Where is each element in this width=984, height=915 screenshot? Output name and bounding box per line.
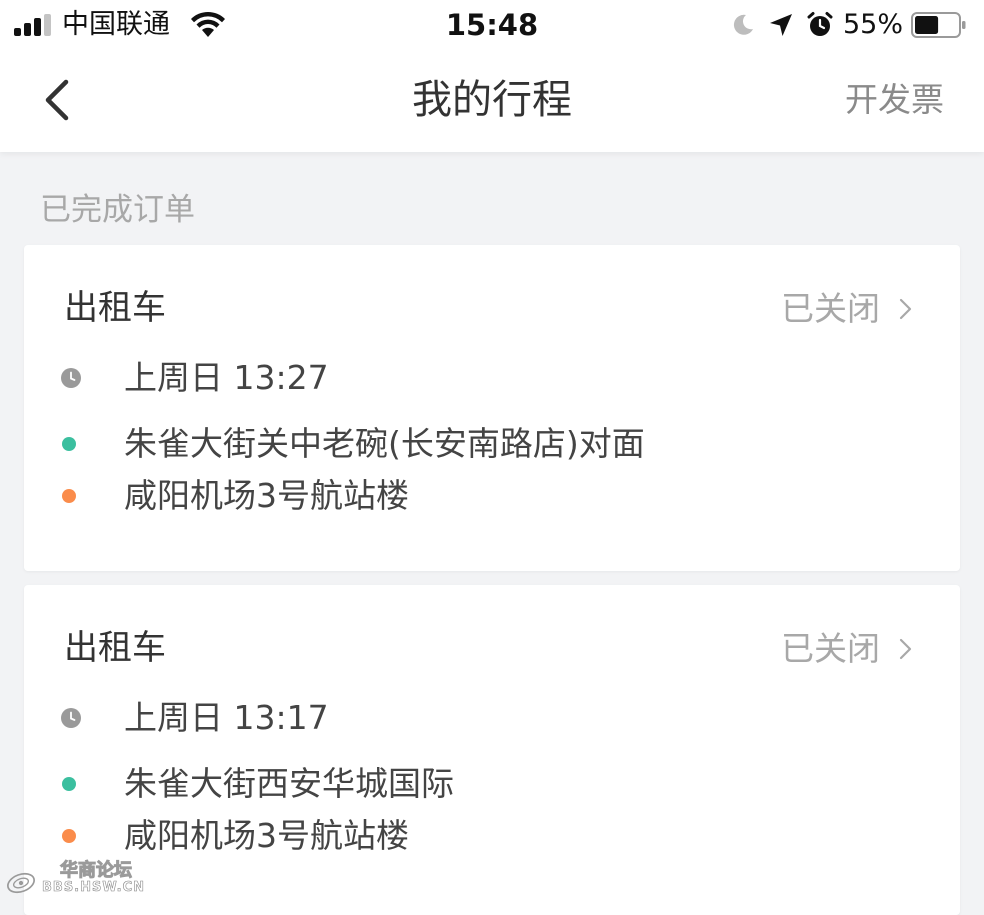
clock-icon [61, 368, 81, 388]
order-origin: 朱雀大街关中老碗(长安南路店)对面 [124, 424, 645, 463]
chevron-right-icon [899, 298, 912, 320]
invoice-button[interactable]: 开发票 [845, 77, 944, 123]
chevron-right-icon [899, 638, 912, 660]
watermark: 华商论坛 BBS.HSW.CN [4, 860, 144, 900]
status-time: 15:48 [445, 8, 539, 42]
watermark-logo-icon [7, 872, 35, 894]
order-type: 出租车 [64, 288, 166, 328]
page-title: 我的行程 [412, 77, 572, 123]
order-time: 上周日 13:17 [124, 698, 329, 737]
status-bar: 中国联通 15:48 55% [0, 0, 984, 50]
order-time: 上周日 13:27 [124, 358, 329, 397]
destination-dot-icon [62, 829, 76, 843]
watermark-url: BBS.HSW.CN [42, 880, 145, 896]
clock-icon [61, 708, 81, 728]
completed-orders-label: 已完成订单 [40, 192, 195, 228]
order-type: 出租车 [64, 628, 166, 668]
order-status: 已关闭 [781, 629, 880, 668]
header: 中国联通 15:48 55% 我的行程 开发票 [0, 0, 984, 152]
order-card[interactable]: 出租车 已关闭 上周日 13:17 朱雀大街西安华城国际 咸阳机场3号航站楼 [24, 585, 960, 915]
location-arrow-icon [770, 14, 792, 36]
origin-dot-icon [62, 437, 76, 451]
order-status: 已关闭 [781, 289, 880, 328]
watermark-title: 华商论坛 [60, 860, 133, 882]
battery-percent: 55% [843, 9, 904, 40]
moon-icon [733, 14, 753, 35]
origin-dot-icon [62, 777, 76, 791]
destination-dot-icon [62, 489, 76, 503]
order-card[interactable]: 出租车 已关闭 上周日 13:27 朱雀大街关中老碗(长安南路店)对面 咸阳机场… [24, 245, 960, 571]
order-destination: 咸阳机场3号航站楼 [124, 476, 409, 515]
nav-bar: 我的行程 开发票 [0, 50, 984, 152]
order-origin: 朱雀大街西安华城国际 [124, 764, 454, 803]
alarm-icon [807, 12, 833, 36]
battery-icon [911, 12, 966, 38]
order-destination: 咸阳机场3号航站楼 [124, 816, 409, 855]
